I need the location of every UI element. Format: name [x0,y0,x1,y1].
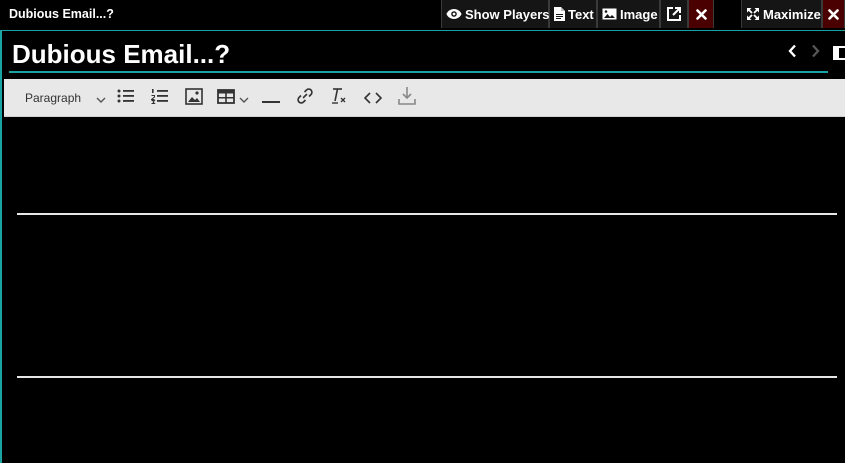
image-icon [602,8,617,20]
horizontal-line-button[interactable] [260,87,282,109]
file-text-icon [554,7,565,21]
save-download-button[interactable] [396,87,418,109]
sidebar-toggle-button[interactable] [833,45,845,60]
next-page-button[interactable] [808,43,822,61]
text-label: Text [568,6,594,22]
close-sheet-button[interactable] [688,0,714,28]
chevron-down-icon [96,89,106,108]
close-icon [828,8,839,20]
source-code-button[interactable] [362,87,384,109]
editor-content[interactable] [4,118,845,463]
remove-format-button[interactable] [328,87,350,109]
horizontal-rule [17,376,837,378]
maximize-label: Maximize [763,6,821,22]
window-title: Dubious Email...? [9,7,114,21]
table-icon [217,88,235,108]
numbered-list-button[interactable] [149,87,171,109]
insert-table-button[interactable] [214,87,252,109]
image-button[interactable]: Image [597,0,660,28]
external-link-icon [667,7,681,21]
expand-icon [746,7,760,21]
window-header: Dubious Email...? Show Players Text Imag… [0,0,845,30]
popout-button[interactable] [660,0,688,28]
code-icon [363,89,383,108]
paragraph-dropdown[interactable]: Paragraph [12,87,110,109]
close-window-button[interactable] [822,0,845,28]
sheet-title-input[interactable] [9,37,828,73]
journal-sheet: Paragraph [0,30,845,463]
sidebar-panel-icon [833,45,845,64]
show-players-label: Show Players [465,6,550,22]
horizontal-rule [17,213,837,215]
editor-toolbar: Paragraph [4,79,845,117]
download-icon [398,86,416,110]
paragraph-dropdown-label: Paragraph [25,91,82,105]
remove-format-icon [330,87,348,109]
eye-icon [446,8,462,20]
bulleted-list-button[interactable] [115,87,137,109]
close-icon [695,8,707,20]
maximize-button[interactable]: Maximize [741,0,822,28]
image-label: Image [620,6,658,22]
insert-link-button[interactable] [294,87,316,109]
show-players-button[interactable]: Show Players [441,0,550,28]
chevron-left-icon [787,43,797,62]
horizontal-rule-icon [262,89,280,108]
text-button[interactable]: Text [549,0,597,28]
link-icon [296,87,314,109]
bulleted-list-icon [117,88,135,108]
chevron-right-icon [811,43,820,62]
chevron-down-icon [239,89,249,108]
insert-image-button[interactable] [183,87,205,109]
image-icon [185,87,203,109]
numbered-list-icon [150,88,169,108]
previous-page-button[interactable] [785,43,799,61]
